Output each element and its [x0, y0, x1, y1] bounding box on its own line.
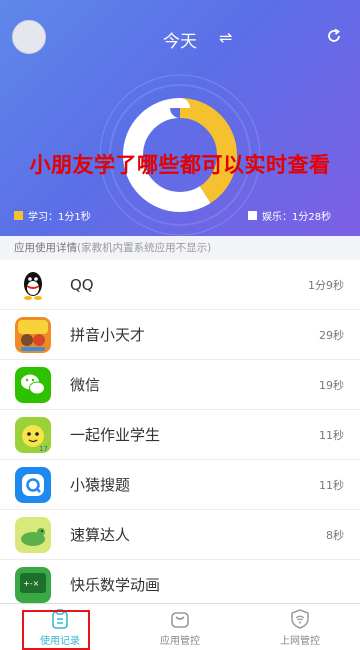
bag-icon [171, 612, 189, 628]
section-title: 应用使用详情 [14, 242, 77, 254]
page-title: 今天 [163, 32, 197, 52]
tab-label: 应用管控 [160, 636, 200, 647]
app-name: 快乐数学动画 [70, 576, 161, 594]
math-animation-icon: +-× [15, 566, 51, 603]
legend-study-label: 学习： [28, 212, 58, 223]
app-name: 速算达人 [70, 526, 131, 544]
section-header: 应用使用详情(家教机内置系统应用不显示) [0, 236, 360, 260]
tab-internet-control[interactable]: 上网管控 [240, 604, 360, 650]
section-note: (家教机内置系统应用不显示) [77, 242, 212, 254]
app-name: 小猿搜题 [70, 476, 131, 494]
math-speed-icon [15, 516, 51, 553]
app-duration: 8秒 [326, 528, 344, 542]
app-name: QQ [70, 275, 94, 294]
svg-text:+-×: +-× [23, 579, 39, 588]
header: 今天 ⇌ 小朋友学了哪些都可以实时查看 学习： 1分1秒 娱乐： 1分28秒 [0, 0, 360, 236]
list-item[interactable]: 17 一起作业学生 11秒 [0, 410, 360, 460]
app-usage-list: QQ 1分9秒 拼音小天才 29秒 微信 19秒 17 一起作业学生 11秒 小… [0, 260, 360, 610]
tab-label: 上网管控 [280, 636, 320, 647]
wifi-shield-icon [291, 609, 309, 629]
list-item[interactable]: 微信 19秒 [0, 360, 360, 410]
app-duration: 1分9秒 [308, 278, 344, 292]
tab-app-control[interactable]: 应用管控 [120, 604, 240, 650]
app-duration: 11秒 [319, 428, 344, 442]
legend-study-value: 1分1秒 [58, 212, 91, 223]
wechat-icon [15, 366, 51, 403]
app-name: 一起作业学生 [70, 426, 161, 444]
swap-icon[interactable]: ⇌ [219, 28, 232, 47]
svg-text:17: 17 [39, 445, 48, 453]
legend-fun-value: 1分28秒 [292, 212, 332, 223]
app-duration: 11秒 [319, 478, 344, 492]
list-item[interactable]: 小猿搜题 11秒 [0, 460, 360, 510]
refresh-icon[interactable] [325, 27, 343, 45]
legend-fun-label: 娱乐： [262, 212, 292, 223]
app-name: 拼音小天才 [70, 326, 146, 344]
search-question-icon [15, 466, 51, 503]
pinyin-app-icon [15, 316, 51, 353]
app-name: 微信 [70, 376, 101, 394]
legend-study: 学习： 1分1秒 [14, 208, 91, 223]
list-item[interactable]: 速算达人 8秒 [0, 510, 360, 560]
homework-app-icon: 17 [15, 416, 51, 453]
qq-icon [24, 271, 42, 300]
highlight-box [22, 610, 90, 650]
legend-fun-swatch [248, 211, 257, 220]
app-duration: 29秒 [319, 328, 344, 342]
list-item[interactable]: QQ 1分9秒 [0, 260, 360, 310]
list-item[interactable]: 拼音小天才 29秒 [0, 310, 360, 360]
legend-fun: 娱乐： 1分28秒 [248, 208, 331, 223]
avatar[interactable] [12, 20, 46, 54]
legend-study-swatch [14, 211, 23, 220]
app-duration: 19秒 [319, 378, 344, 392]
promo-overlay-text: 小朋友学了哪些都可以实时查看 [29, 153, 331, 177]
